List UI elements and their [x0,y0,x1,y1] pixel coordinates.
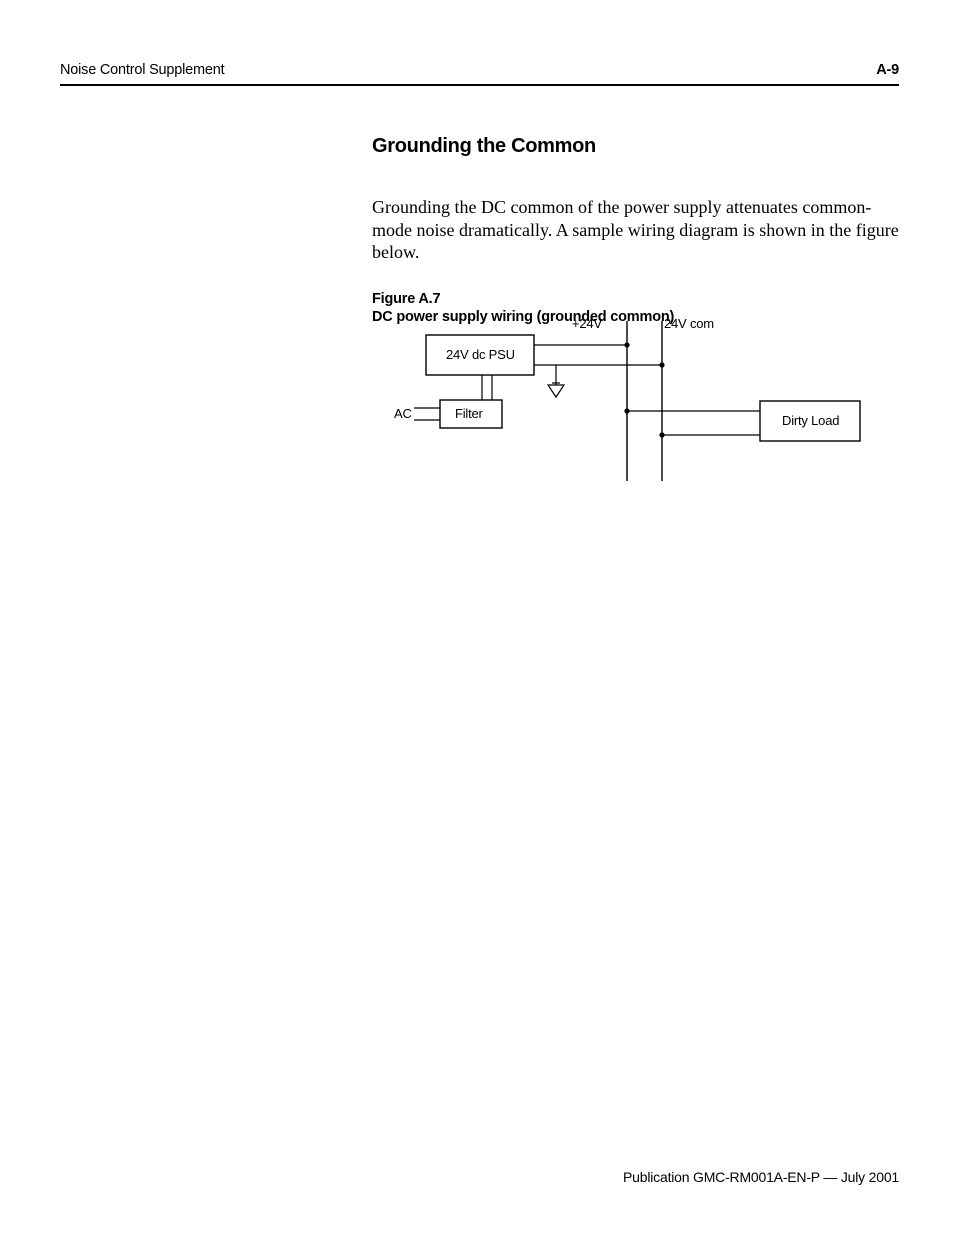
node-com-top [659,362,664,367]
wiring-diagram: +24V 24V com 24V dc PSU Filter AC [372,313,892,483]
content-column: Grounding the Common Grounding the DC co… [372,135,899,326]
figure-caption-line1: Figure A.7 [372,290,899,308]
body-paragraph: Grounding the DC common of the power sup… [372,196,899,264]
section-heading: Grounding the Common [372,135,899,158]
header-title: Noise Control Supplement [60,62,224,78]
label-plus24v: +24V [572,316,602,331]
page-header: Noise Control Supplement A-9 [60,62,899,78]
page-number: A-9 [876,62,899,78]
label-filter: Filter [455,406,484,421]
header-rule [60,84,899,86]
label-dirty-load: Dirty Load [782,413,839,428]
ground-symbol-icon [548,385,564,397]
node-plus24-load [624,408,629,413]
label-24vcom: 24V com [664,316,714,331]
node-com-load [659,432,664,437]
label-psu: 24V dc PSU [446,347,515,362]
label-ac: AC [394,406,412,421]
node-plus24-top [624,342,629,347]
footer-publication: Publication GMC-RM001A-EN-P — July 2001 [623,1169,899,1185]
page-container: Noise Control Supplement A-9 Grounding t… [0,0,954,1235]
